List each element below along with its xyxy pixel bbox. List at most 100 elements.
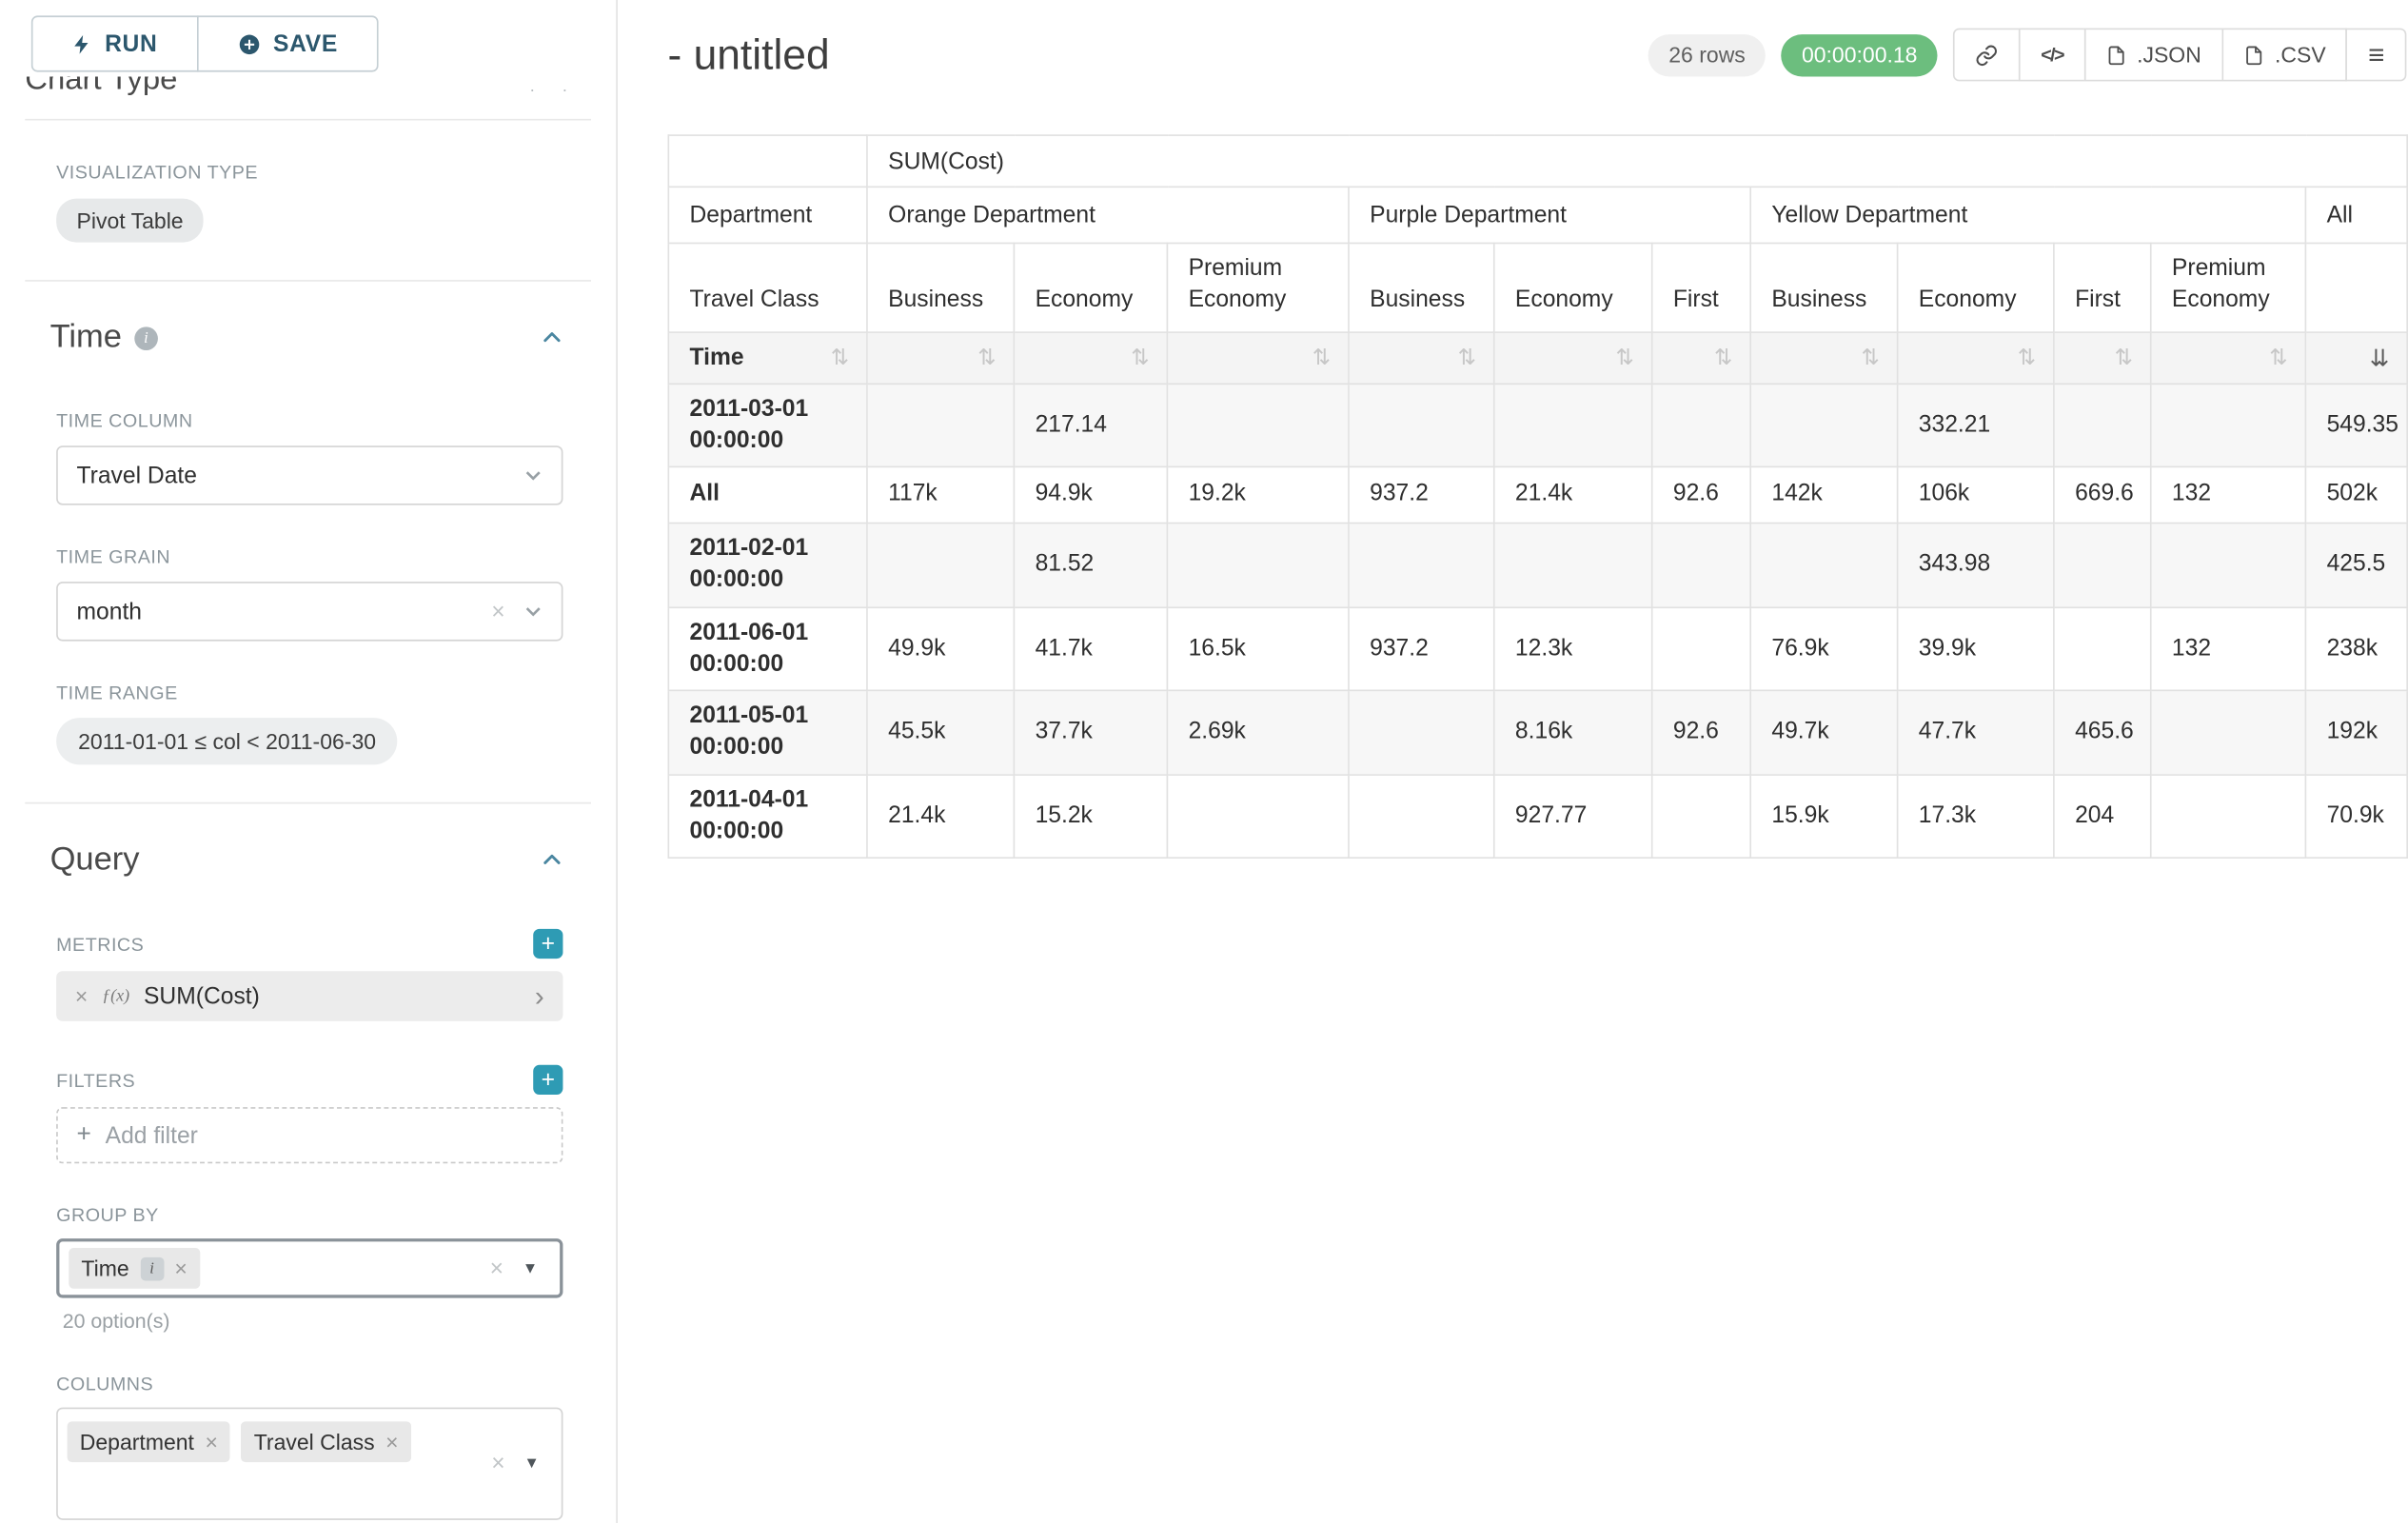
run-button[interactable]: RUN xyxy=(31,15,198,71)
remove-metric-icon[interactable]: × xyxy=(75,983,88,1008)
pivot-row-header: 2011-05-01 00:00:00 xyxy=(668,690,867,774)
sort-toggle[interactable]: ⇅ xyxy=(1750,331,1897,383)
json-button-label: .JSON xyxy=(2137,42,2201,67)
caret-down-icon[interactable]: ▼ xyxy=(523,1259,538,1276)
pivot-row-header: 2011-04-01 00:00:00 xyxy=(668,774,867,858)
add-filter-dropzone[interactable]: + Add filter xyxy=(56,1107,563,1163)
save-button[interactable]: SAVE xyxy=(197,15,379,71)
column-info-icon[interactable]: i xyxy=(140,1256,164,1280)
visualization-type-label: VISUALIZATION TYPE xyxy=(56,161,563,183)
pivot-class-header: Business xyxy=(1750,243,1897,331)
pivot-cell xyxy=(1750,524,1897,607)
sort-icon[interactable]: ⇅ xyxy=(2018,344,2036,370)
file-icon xyxy=(2243,43,2263,67)
explore-view: RUN SAVE Chart Type · · VISUALIZATION TY… xyxy=(0,0,2408,1523)
sort-toggle[interactable]: ⇅ xyxy=(2054,331,2151,383)
chevron-up-icon[interactable] xyxy=(541,849,563,871)
menu-button[interactable]: ≡ xyxy=(2346,29,2406,82)
remove-chip-icon[interactable]: × xyxy=(385,1430,398,1454)
time-section-header[interactable]: Time i xyxy=(50,319,563,356)
pivot-cell: 8.16k xyxy=(1494,690,1652,774)
sort-icon[interactable]: ⇅ xyxy=(1313,344,1331,370)
copy-link-button[interactable] xyxy=(1953,29,2021,82)
pivot-cell: 465.6 xyxy=(2054,690,2151,774)
query-section-header[interactable]: Query xyxy=(50,841,563,879)
section-divider xyxy=(25,280,591,282)
pivot-cell: 217.14 xyxy=(1014,384,1167,467)
remove-chip-icon[interactable]: × xyxy=(205,1430,217,1454)
pivot-cell xyxy=(1167,524,1349,607)
pivot-cell: 15.9k xyxy=(1750,774,1897,858)
time-column-select[interactable]: Travel Date xyxy=(56,445,563,504)
visualization-type-value[interactable]: Pivot Table xyxy=(56,199,204,243)
chevron-right-icon[interactable]: › xyxy=(535,982,544,1011)
sort-icon[interactable]: ⇅ xyxy=(1714,344,1732,370)
export-json-button[interactable]: .JSON xyxy=(2083,29,2223,82)
export-csv-button[interactable]: .CSV xyxy=(2221,29,2348,82)
caret-down-icon[interactable]: ▼ xyxy=(524,1455,540,1473)
time-column-value: Travel Date xyxy=(77,462,197,488)
embed-code-button[interactable]: </> xyxy=(2019,29,2085,82)
add-filter-button[interactable]: + xyxy=(533,1065,563,1095)
sort-toggle[interactable]: ⇅ xyxy=(1898,331,2054,383)
chevron-down-icon[interactable] xyxy=(523,603,543,622)
pivot-data-row: 2011-05-01 00:00:0045.5k37.7k2.69k8.16k9… xyxy=(668,690,2407,774)
pivot-cell: 132 xyxy=(2151,466,2306,523)
sort-toggle[interactable]: ⇅ xyxy=(2151,331,2306,383)
filters-label: FILTERS xyxy=(56,1069,135,1091)
pivot-row-header: 2011-03-01 00:00:00 xyxy=(668,384,867,467)
chart-title[interactable]: - untitled xyxy=(668,30,830,79)
clear-icon[interactable]: × xyxy=(491,598,504,624)
sort-toggle[interactable]: ⇅ xyxy=(867,331,1014,383)
sort-toggle[interactable]: ⇅ xyxy=(1349,331,1494,383)
pivot-cell: 142k xyxy=(1750,466,1897,523)
sort-toggle[interactable]: ⇅ xyxy=(1014,331,1167,383)
pivot-cell xyxy=(1652,524,1751,607)
sort-icon[interactable]: ⇅ xyxy=(1616,344,1634,370)
sort-toggle[interactable]: ⇅ xyxy=(1652,331,1751,383)
sort-icon[interactable]: ⇅ xyxy=(2269,344,2287,370)
pivot-cell xyxy=(2054,606,2151,690)
pivot-class-header: Premium Economy xyxy=(1167,243,1349,331)
chevron-down-icon[interactable] xyxy=(523,466,543,485)
metrics-label: METRICS xyxy=(56,933,144,955)
group-by-chip[interactable]: Time i × xyxy=(69,1248,200,1289)
sort-icon[interactable]: ⇅ xyxy=(1861,344,1879,370)
pivot-table-container: SUM(Cost)DepartmentOrange DepartmentPurp… xyxy=(668,134,2408,859)
pivot-row-dim-header[interactable]: Time⇅ xyxy=(668,331,867,383)
pivot-cell: 49.9k xyxy=(867,606,1014,690)
bolt-icon xyxy=(72,32,92,56)
sort-icon[interactable]: ⇅ xyxy=(831,344,849,370)
pivot-class-header: Economy xyxy=(1898,243,2054,331)
columns-chip[interactable]: Travel Class × xyxy=(242,1421,411,1462)
sort-toggle-active[interactable]: ⇊ xyxy=(2305,331,2407,383)
sort-icon[interactable]: ⇅ xyxy=(1458,344,1476,370)
add-metric-button[interactable]: + xyxy=(533,929,563,959)
chart-header: - untitled 26 rows 00:00:00.18 </> .JSON xyxy=(668,29,2407,82)
columns-chip[interactable]: Department × xyxy=(68,1421,230,1462)
pivot-cell: 238k xyxy=(2305,606,2407,690)
sort-toggle[interactable]: ⇅ xyxy=(1494,331,1652,383)
time-grain-select[interactable]: month × xyxy=(56,582,563,641)
time-range-value[interactable]: 2011-01-01 ≤ col < 2011-06-30 xyxy=(56,718,398,764)
sort-icon[interactable]: ⇅ xyxy=(2115,344,2133,370)
clear-icon[interactable]: × xyxy=(490,1255,503,1281)
metric-item[interactable]: × ƒ(x) SUM(Cost) › xyxy=(56,971,563,1021)
remove-chip-icon[interactable]: × xyxy=(174,1256,187,1280)
sort-toggle[interactable]: ⇅ xyxy=(1167,331,1349,383)
plus-icon: + xyxy=(77,1121,91,1150)
pivot-corner-cell xyxy=(668,135,867,187)
sort-desc-icon[interactable]: ⇊ xyxy=(2370,344,2390,372)
sort-icon[interactable]: ⇅ xyxy=(1131,344,1149,370)
group-by-options-hint: 20 option(s) xyxy=(63,1309,591,1333)
group-by-select[interactable]: Time i × × ▼ xyxy=(56,1238,563,1297)
time-range-label: TIME RANGE xyxy=(56,682,563,703)
pivot-class-header: First xyxy=(1652,243,1751,331)
pivot-class-header: Business xyxy=(867,243,1014,331)
sort-icon[interactable]: ⇅ xyxy=(977,344,996,370)
pivot-cell: 132 xyxy=(2151,606,2306,690)
pivot-cell: 343.98 xyxy=(1898,524,2054,607)
columns-select[interactable]: Department × Travel Class × × ▼ xyxy=(56,1408,563,1520)
clear-icon[interactable]: × xyxy=(491,1451,504,1477)
chevron-up-icon[interactable] xyxy=(541,326,563,348)
